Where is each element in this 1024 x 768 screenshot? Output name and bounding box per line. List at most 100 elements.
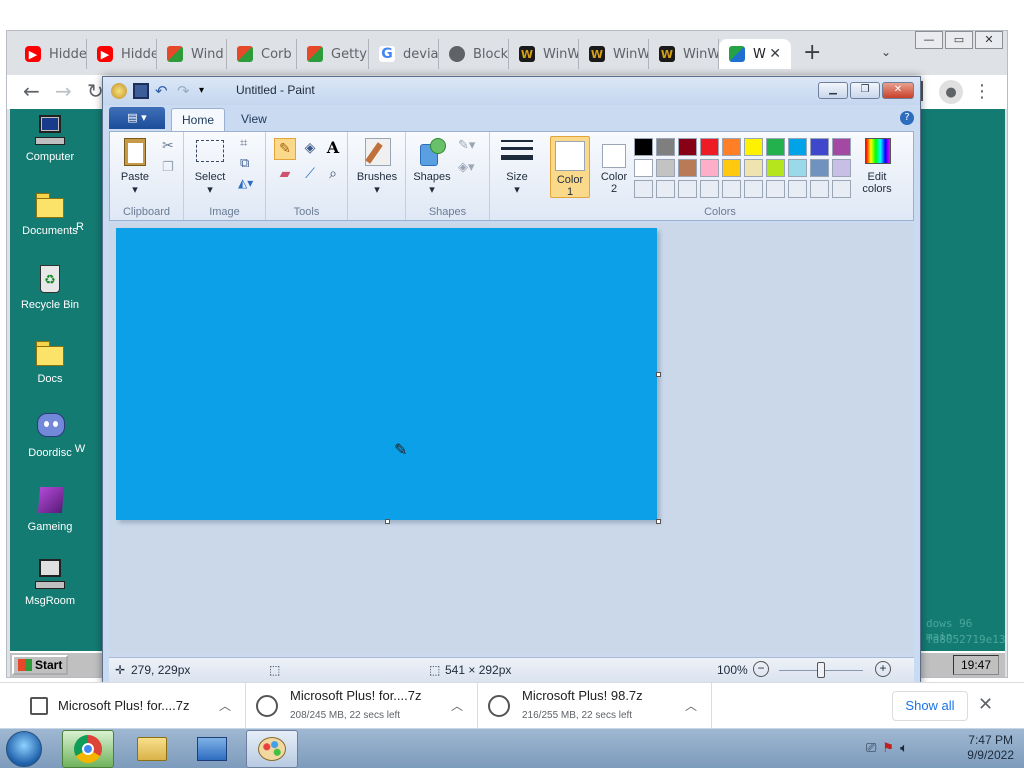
browser-tab[interactable]: W WinW xyxy=(649,39,719,69)
close-tab-icon[interactable]: ✕ xyxy=(769,46,781,62)
color-swatch[interactable] xyxy=(722,159,741,177)
color-swatch[interactable] xyxy=(722,138,741,156)
browser-tab[interactable]: Wind xyxy=(157,39,227,69)
color-swatch[interactable] xyxy=(722,180,741,198)
shapes-button[interactable]: Shapes ▾ xyxy=(410,136,454,196)
copy-icon[interactable]: ❐ xyxy=(162,160,174,175)
color-swatch[interactable] xyxy=(656,138,675,156)
taskbar-paint[interactable] xyxy=(246,730,298,768)
tab-search-icon[interactable]: ⌄ xyxy=(881,45,891,59)
size-button[interactable]: Size ▾ xyxy=(496,136,538,196)
color-swatch[interactable] xyxy=(766,159,785,177)
drawing-canvas[interactable]: ✎ xyxy=(116,228,657,520)
color-swatch[interactable] xyxy=(678,159,697,177)
browser-tab[interactable]: Block xyxy=(439,39,509,69)
network-icon[interactable]: ⎚ xyxy=(866,741,876,756)
download-item[interactable]: Microsoft Plus! for....7z ︿ xyxy=(0,683,246,729)
minimize-button[interactable]: — xyxy=(915,31,943,49)
maximize-button[interactable]: ▭ xyxy=(945,31,973,49)
color-swatch[interactable] xyxy=(700,180,719,198)
paste-button[interactable]: Paste ▾ xyxy=(114,136,156,196)
close-button[interactable]: ✕ xyxy=(882,82,914,99)
show-all-button[interactable]: Show all xyxy=(892,691,968,721)
chevron-up-icon[interactable]: ︿ xyxy=(219,697,231,714)
color-swatch[interactable] xyxy=(656,159,675,177)
browser-tab[interactable]: Corb xyxy=(227,39,297,69)
taskbar-control-panel[interactable] xyxy=(186,730,238,768)
new-tab-button[interactable]: + xyxy=(803,42,821,64)
profile-icon[interactable]: ● xyxy=(939,80,963,104)
file-menu-button[interactable]: ▤ ▾ xyxy=(109,107,165,129)
color-swatch[interactable] xyxy=(788,138,807,156)
color-swatch[interactable] xyxy=(634,138,653,156)
tab-view[interactable]: View xyxy=(231,108,277,131)
taskbar-explorer[interactable] xyxy=(126,730,178,768)
desktop-icon-msgroom[interactable]: MsgRoom xyxy=(14,559,86,607)
color-swatch[interactable] xyxy=(832,180,851,198)
color-swatch[interactable] xyxy=(810,159,829,177)
undo-icon[interactable]: ↶ xyxy=(155,83,171,99)
color-swatch[interactable] xyxy=(766,180,785,198)
color-swatch[interactable] xyxy=(788,159,807,177)
magnifier-icon[interactable]: ⌕ xyxy=(322,164,344,186)
zoom-in-button[interactable]: + xyxy=(875,661,891,677)
resize-handle-right[interactable] xyxy=(656,372,661,377)
customize-qat-icon[interactable]: ▾ xyxy=(199,83,215,99)
eraser-icon[interactable]: ▰ xyxy=(274,164,296,186)
volume-icon[interactable]: 🔈︎ xyxy=(900,741,908,756)
chevron-up-icon[interactable]: ︿ xyxy=(451,697,463,714)
download-item[interactable]: Microsoft Plus! for....7z 208/245 MB, 22… xyxy=(246,683,478,729)
color-swatch[interactable] xyxy=(788,180,807,198)
color2-button[interactable]: Color 2 xyxy=(594,136,634,198)
taskbar-chrome[interactable] xyxy=(62,730,114,768)
download-item[interactable]: Microsoft Plus! 98.7z 216/255 MB, 22 sec… xyxy=(478,683,712,729)
edit-colors-button[interactable]: Edit colors xyxy=(854,136,900,195)
tab-home[interactable]: Home xyxy=(171,108,226,131)
pencil-icon[interactable]: ✎ xyxy=(274,138,296,160)
fill-icon[interactable]: ◈ xyxy=(299,138,321,160)
color-swatch[interactable] xyxy=(678,180,697,198)
fill-shape-icon[interactable]: ◈▾ xyxy=(458,160,475,175)
color-swatch[interactable] xyxy=(744,159,763,177)
color-swatch[interactable] xyxy=(744,180,763,198)
color-swatch[interactable] xyxy=(766,138,785,156)
text-icon[interactable]: A xyxy=(322,138,344,160)
color-swatch[interactable] xyxy=(700,138,719,156)
color-swatch[interactable] xyxy=(810,138,829,156)
resize-handle-corner[interactable] xyxy=(656,519,661,524)
zoom-slider-thumb[interactable] xyxy=(817,662,825,678)
back-icon[interactable]: ← xyxy=(23,81,40,101)
browser-tab[interactable]: W WinW xyxy=(579,39,649,69)
crop-icon[interactable]: ⌗ xyxy=(240,136,247,151)
browser-tab[interactable]: W WinW xyxy=(509,39,579,69)
desktop-icon-gameing[interactable]: Gameing xyxy=(14,485,86,533)
color-swatch[interactable] xyxy=(700,159,719,177)
browser-tab[interactable]: ▶ Hidde xyxy=(15,39,87,69)
color-swatch[interactable] xyxy=(810,180,829,198)
rotate-icon[interactable]: ◭▾ xyxy=(238,176,253,190)
browser-tab[interactable]: ▶ Hidde xyxy=(87,39,157,69)
cut-icon[interactable]: ✂ xyxy=(162,138,174,154)
desktop-icon-computer[interactable]: Computer xyxy=(14,115,86,163)
zoom-out-button[interactable]: − xyxy=(753,661,769,677)
resize-icon[interactable]: ⧉ xyxy=(240,156,249,171)
color-swatch[interactable] xyxy=(656,180,675,198)
chevron-up-icon[interactable]: ︿ xyxy=(685,697,697,714)
browser-tab[interactable]: Getty xyxy=(297,39,369,69)
minimize-button[interactable]: ▁ xyxy=(818,82,848,99)
browser-tab-active[interactable]: W ✕ xyxy=(719,39,791,69)
color-swatch[interactable] xyxy=(832,138,851,156)
color-picker-icon[interactable]: ⟋ xyxy=(299,164,321,186)
color-swatch[interactable] xyxy=(634,159,653,177)
resize-handle-bottom[interactable] xyxy=(385,519,390,524)
save-icon[interactable] xyxy=(133,83,149,99)
menu-icon[interactable]: ⋮ xyxy=(973,81,991,102)
color-swatch[interactable] xyxy=(744,138,763,156)
start-orb-icon[interactable] xyxy=(6,731,42,767)
action-center-icon[interactable]: ⚑ xyxy=(882,741,894,756)
paint-app-icon[interactable] xyxy=(111,83,127,99)
desktop-icon-docs[interactable]: Docs xyxy=(14,337,86,385)
color-swatch[interactable] xyxy=(832,159,851,177)
outline-icon[interactable]: ✎▾ xyxy=(458,138,475,153)
close-shelf-icon[interactable]: ✕ xyxy=(978,694,993,715)
